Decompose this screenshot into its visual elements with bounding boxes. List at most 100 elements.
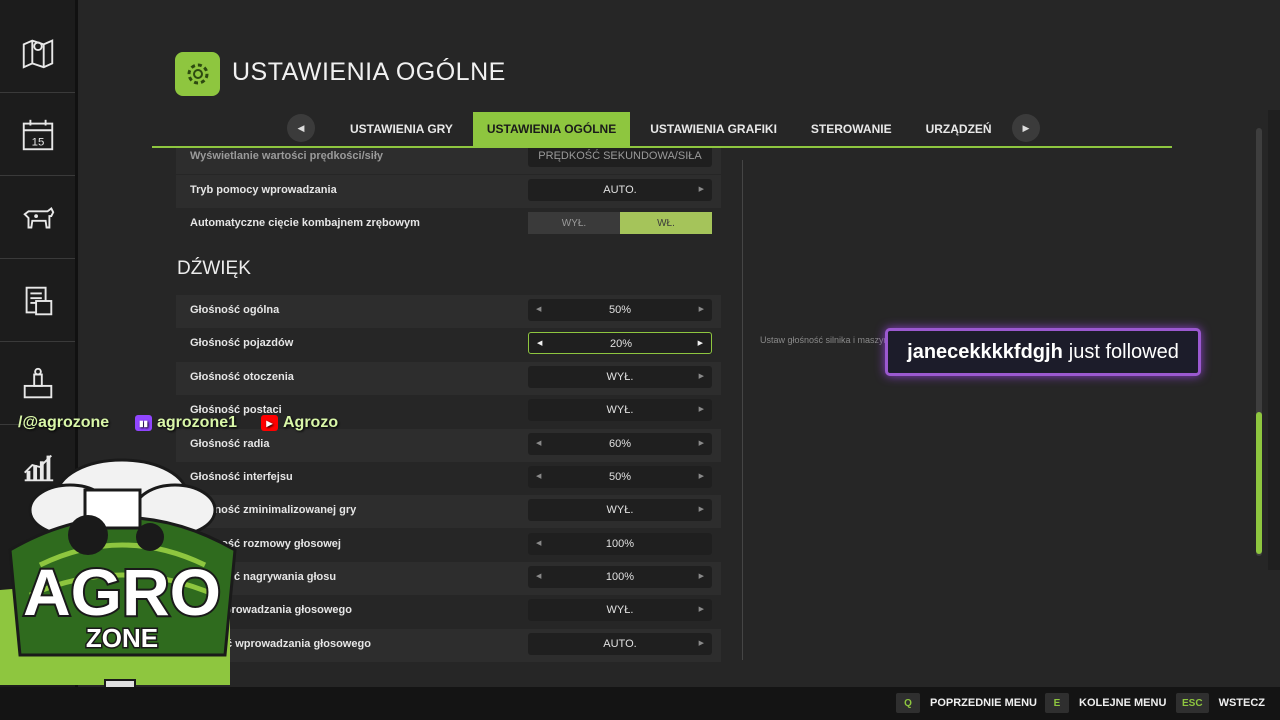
- tab-game-settings[interactable]: USTAWIENIA GRY: [336, 112, 467, 146]
- setting-row[interactable]: Głośność zminimalizowanej gry WYŁ. ▶: [176, 495, 721, 528]
- setting-row[interactable]: Głośność ogólna ◀ 50% ▶: [176, 295, 721, 328]
- setting-toggle[interactable]: WYŁ. WŁ.: [528, 212, 712, 234]
- tab-general-settings[interactable]: USTAWIENIA OGÓLNE: [472, 112, 631, 146]
- setting-label: Głośność ogólna: [190, 304, 280, 316]
- next-menu-button[interactable]: E KOLEJNE MENU: [1045, 692, 1166, 714]
- setting-row[interactable]: Głośność radia ◀ 60% ▶: [176, 429, 721, 462]
- setting-row[interactable]: Czułość wprowadzania głosowego AUTO. ▶: [176, 629, 721, 662]
- setting-label: Głośność radia: [190, 438, 270, 450]
- setting-row[interactable]: Głośność pojazdów ◀ 20% ▶: [176, 328, 721, 361]
- arrow-right-icon[interactable]: ▶: [699, 572, 704, 580]
- setting-selector[interactable]: PRĘDKOŚĆ SEKUNDOWA/SIŁA: [528, 148, 712, 167]
- setting-selector[interactable]: ◀ 50% ▶: [528, 466, 712, 488]
- setting-value: 60%: [608, 438, 632, 450]
- setting-selector[interactable]: ◀ 20% ▶: [528, 332, 712, 354]
- setting-value: 20%: [609, 338, 633, 350]
- setting-row[interactable]: Wyświetlanie wartości prędkości/siły PRĘ…: [176, 148, 721, 174]
- setting-row[interactable]: Głośność postaci WYŁ. ▶: [176, 395, 721, 428]
- tab-controls[interactable]: STEROWANIE: [797, 112, 906, 146]
- agrozone-logo: AGRO ZONE: [0, 455, 245, 710]
- toggle-on-option[interactable]: WŁ.: [620, 212, 712, 234]
- setting-value: WYŁ.: [606, 504, 634, 516]
- setting-selector[interactable]: ◀ 50% ▶: [528, 299, 712, 321]
- arrow-right-icon[interactable]: ▶: [699, 439, 704, 447]
- setting-row[interactable]: Automatyczne cięcie kombajnem zrębowym W…: [176, 208, 721, 241]
- toggle-off-option[interactable]: WYŁ.: [528, 212, 620, 234]
- logo-text-agro: AGRO: [23, 555, 221, 629]
- prev-menu-button[interactable]: Q POPRZEDNIE MENU: [896, 692, 1037, 714]
- setting-value: WYŁ.: [606, 604, 634, 616]
- setting-selector[interactable]: WYŁ. ▶: [528, 366, 712, 388]
- contracts-icon: [25, 286, 52, 315]
- youtube-handle: Agrozo: [283, 414, 339, 431]
- production-icon: [23, 367, 52, 398]
- tab-devices[interactable]: URZĄDZEŃ: [912, 112, 1006, 146]
- setting-selector[interactable]: WYŁ. ▶: [528, 599, 712, 621]
- follower-name: janecekkkkfdgjh: [907, 340, 1063, 363]
- sidebar-item-animals[interactable]: [0, 177, 75, 259]
- setting-value: 50%: [608, 304, 632, 316]
- back-button[interactable]: ESC WSTECZ: [1176, 692, 1265, 714]
- prev-menu-label: POPRZEDNIE MENU: [930, 697, 1037, 709]
- arrow-right-icon[interactable]: ▶: [699, 405, 704, 413]
- setting-selector[interactable]: ◀ 100% ▶: [528, 566, 712, 588]
- tab-prev-button[interactable]: ◀: [287, 114, 315, 142]
- scrollbar-thumb[interactable]: [1256, 412, 1262, 554]
- sidebar-item-contracts[interactable]: [0, 260, 75, 342]
- key-esc: ESC: [1176, 693, 1209, 713]
- youtube-icon: ▶: [261, 415, 278, 431]
- setting-description: Ustaw głośność silnika i maszyn.: [760, 335, 885, 345]
- setting-value: AUTO.: [603, 184, 637, 196]
- settings-list[interactable]: Wyświetlanie wartości prędkości/siły PRĘ…: [176, 148, 721, 663]
- cow-icon: [22, 206, 54, 228]
- arrow-right-icon[interactable]: ▶: [699, 605, 704, 613]
- social-tiktok: /@agrozone: [18, 414, 109, 432]
- setting-label: Głośność pojazdów: [190, 337, 294, 349]
- setting-value: 100%: [605, 538, 635, 550]
- map-icon: [22, 38, 53, 69]
- setting-row[interactable]: Tryb pomocy wprowadzania AUTO. ▶: [176, 175, 721, 208]
- next-menu-label: KOLEJNE MENU: [1079, 697, 1167, 709]
- key-e: E: [1045, 693, 1069, 713]
- arrow-right-icon[interactable]: ▶: [699, 372, 704, 380]
- setting-selector[interactable]: ◀ 100%: [528, 533, 712, 555]
- arrow-right-icon[interactable]: ▶: [698, 339, 703, 347]
- setting-value: WYŁ.: [606, 404, 634, 416]
- tab-next-button[interactable]: ▶: [1012, 114, 1040, 142]
- setting-row[interactable]: Głośność interfejsu ◀ 50% ▶: [176, 462, 721, 495]
- logo-text-zone: ZONE: [86, 623, 158, 653]
- setting-value: 50%: [608, 471, 632, 483]
- sidebar-item-map[interactable]: [0, 11, 75, 93]
- sidebar-item-calendar[interactable]: 15: [0, 94, 75, 176]
- arrow-right-icon[interactable]: ▶: [699, 305, 704, 313]
- social-youtube: ▶ Agrozo: [261, 414, 338, 432]
- setting-row[interactable]: Głośność otoczenia WYŁ. ▶: [176, 362, 721, 395]
- setting-selector[interactable]: WYŁ. ▶: [528, 399, 712, 421]
- gear-icon: [187, 63, 208, 85]
- twitch-icon: ▮▮: [135, 415, 152, 431]
- twitch-handle: agrozone1: [157, 414, 238, 431]
- setting-selector[interactable]: ◀ 60% ▶: [528, 433, 712, 455]
- arrow-right-icon[interactable]: ▶: [699, 472, 704, 480]
- arrow-right-icon[interactable]: ▶: [699, 639, 704, 647]
- settings-header-icon: [175, 52, 220, 96]
- sidebar-item-production[interactable]: [0, 343, 75, 425]
- key-q: Q: [896, 693, 920, 713]
- arrow-right-icon[interactable]: ▶: [699, 505, 704, 513]
- setting-label: Automatyczne cięcie kombajnem zrębowym: [190, 217, 420, 229]
- tiktok-handle: /@agrozone: [18, 414, 110, 431]
- back-label: WSTECZ: [1218, 697, 1266, 709]
- setting-value: 100%: [605, 571, 635, 583]
- setting-label: Wyświetlanie wartości prędkości/siły: [190, 150, 383, 162]
- arrow-right-icon[interactable]: ▶: [699, 185, 704, 193]
- page-title: USTAWIENIA OGÓLNE: [232, 58, 506, 86]
- setting-selector[interactable]: AUTO. ▶: [528, 633, 712, 655]
- setting-row[interactable]: Głośność rozmowy głosowej ◀ 100%: [176, 529, 721, 562]
- setting-row[interactable]: Tryb wprowadzania głosowego WYŁ. ▶: [176, 595, 721, 628]
- tab-graphics-settings[interactable]: USTAWIENIA GRAFIKI: [636, 112, 791, 146]
- setting-selector[interactable]: WYŁ. ▶: [528, 499, 712, 521]
- setting-label: Głośność otoczenia: [190, 371, 294, 383]
- setting-selector[interactable]: AUTO. ▶: [528, 179, 712, 201]
- setting-row[interactable]: Głośność nagrywania głosu ◀ 100% ▶: [176, 562, 721, 595]
- section-title-sound: DŹWIĘK: [177, 258, 251, 279]
